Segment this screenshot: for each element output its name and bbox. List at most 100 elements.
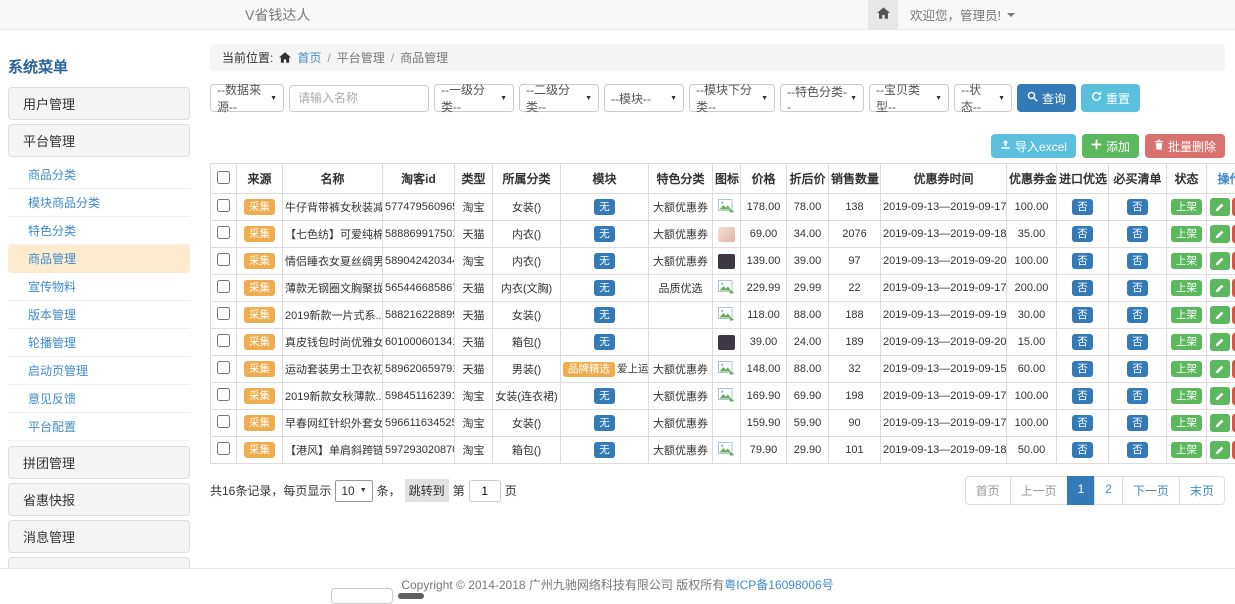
edit-button[interactable]: [1210, 333, 1230, 351]
import-select-badge[interactable]: 否: [1072, 361, 1093, 377]
row-checkbox[interactable]: [217, 307, 230, 320]
status-badge[interactable]: 上架: [1171, 415, 1202, 431]
status-badge[interactable]: 上架: [1171, 442, 1202, 458]
filter-select[interactable]: --数据来源--▼: [210, 84, 284, 112]
select-all-checkbox[interactable]: [217, 171, 230, 184]
must-buy-badge[interactable]: 否: [1127, 442, 1148, 458]
row-checkbox[interactable]: [217, 388, 230, 401]
sidebar-item[interactable]: 平台配置: [8, 413, 190, 441]
import-select-badge[interactable]: 否: [1072, 226, 1093, 242]
search-button[interactable]: 查询: [1017, 84, 1076, 112]
row-checkbox[interactable]: [217, 415, 230, 428]
sidebar-item[interactable]: 宣传物料: [8, 273, 190, 301]
name-search-input[interactable]: [289, 85, 429, 112]
sidebar-item[interactable]: 商品分类: [8, 161, 190, 189]
sidebar-section[interactable]: 订单管理: [8, 557, 190, 568]
sidebar-item[interactable]: 意见反馈: [8, 385, 190, 413]
batch-delete-button[interactable]: 批量删除: [1145, 134, 1225, 158]
sidebar-section-platform[interactable]: 平台管理: [8, 124, 190, 157]
status-badge[interactable]: 上架: [1171, 280, 1202, 296]
icp-link[interactable]: 粤ICP备16098006号: [724, 576, 833, 593]
must-buy-badge[interactable]: 否: [1127, 388, 1148, 404]
status-badge[interactable]: 上架: [1171, 199, 1202, 215]
reset-button[interactable]: 重置: [1081, 84, 1140, 112]
checkbox-cell: [211, 248, 237, 275]
sidebar-section[interactable]: 拼团管理: [8, 446, 190, 479]
pager-button[interactable]: 2: [1094, 476, 1123, 505]
edit-button[interactable]: [1210, 360, 1230, 378]
row-checkbox[interactable]: [217, 253, 230, 266]
must-buy-badge[interactable]: 否: [1127, 415, 1148, 431]
edit-button[interactable]: [1210, 198, 1230, 216]
filter-select[interactable]: --模块--▼: [604, 84, 684, 112]
horizontal-scrollbar[interactable]: [398, 593, 424, 599]
edit-button[interactable]: [1210, 441, 1230, 459]
sidebar-section[interactable]: 省惠快报: [8, 483, 190, 516]
import-excel-button[interactable]: 导入excel: [991, 134, 1076, 158]
sidebar-item[interactable]: 轮播管理: [8, 329, 190, 357]
sidebar-item[interactable]: 启动页管理: [8, 357, 190, 385]
import-select-badge[interactable]: 否: [1072, 388, 1093, 404]
coupon-amount: 100.00: [1007, 194, 1057, 221]
status-badge[interactable]: 上架: [1171, 307, 1202, 323]
status-badge[interactable]: 上架: [1171, 388, 1202, 404]
status-badge[interactable]: 上架: [1171, 253, 1202, 269]
import-select-badge[interactable]: 否: [1072, 415, 1093, 431]
sidebar-item[interactable]: 版本管理: [8, 301, 190, 329]
edit-button[interactable]: [1210, 414, 1230, 432]
checkbox-cell: [211, 329, 237, 356]
user-menu[interactable]: 欢迎您，管理员!: [898, 0, 1027, 29]
must-buy-badge[interactable]: 否: [1127, 280, 1148, 296]
home-nav-button[interactable]: [868, 0, 898, 29]
add-button[interactable]: 添加: [1082, 134, 1139, 158]
sidebar-item[interactable]: 模块商品分类: [8, 189, 190, 217]
pager-button[interactable]: 上一页: [1010, 476, 1068, 505]
must-buy-badge[interactable]: 否: [1127, 199, 1148, 215]
status-badge[interactable]: 上架: [1171, 361, 1202, 377]
import-select-badge[interactable]: 否: [1072, 280, 1093, 296]
page-number-input[interactable]: [469, 480, 501, 502]
edit-button[interactable]: [1210, 306, 1230, 324]
import-select-badge[interactable]: 否: [1072, 442, 1093, 458]
pager-button[interactable]: 1: [1067, 476, 1096, 505]
filter-select[interactable]: --二级分类--▼: [519, 84, 599, 112]
import-select-badge[interactable]: 否: [1072, 334, 1093, 350]
row-checkbox[interactable]: [217, 280, 230, 293]
filter-select[interactable]: --一级分类--▼: [434, 84, 514, 112]
row-checkbox[interactable]: [217, 226, 230, 239]
edit-button[interactable]: [1210, 387, 1230, 405]
pager-button[interactable]: 首页: [965, 476, 1011, 505]
must-buy-badge[interactable]: 否: [1127, 334, 1148, 350]
row-checkbox[interactable]: [217, 199, 230, 212]
filter-select[interactable]: --模块下分类--▼: [689, 84, 775, 112]
price: 159.90: [741, 410, 787, 437]
edit-button[interactable]: [1210, 279, 1230, 297]
edit-button[interactable]: [1210, 252, 1230, 270]
must-buy-badge[interactable]: 否: [1127, 307, 1148, 323]
import-select-badge[interactable]: 否: [1072, 253, 1093, 269]
must-buy-badge[interactable]: 否: [1127, 361, 1148, 377]
pager-button[interactable]: 末页: [1179, 476, 1225, 505]
filter-select[interactable]: --特色分类--▼: [780, 84, 864, 112]
edit-button[interactable]: [1210, 225, 1230, 243]
jump-button[interactable]: 跳转到: [405, 479, 449, 502]
import-select-badge[interactable]: 否: [1072, 307, 1093, 323]
must-buy-badge[interactable]: 否: [1127, 253, 1148, 269]
status-badge[interactable]: 上架: [1171, 226, 1202, 242]
per-page-select[interactable]: 10 ▼: [335, 480, 372, 502]
must-buy-badge[interactable]: 否: [1127, 226, 1148, 242]
status-badge[interactable]: 上架: [1171, 334, 1202, 350]
sidebar-item[interactable]: 商品管理: [8, 245, 190, 273]
column-header: 操作: [1207, 164, 1235, 194]
row-checkbox[interactable]: [217, 334, 230, 347]
sidebar-section-users[interactable]: 用户管理: [8, 87, 190, 120]
sidebar-item[interactable]: 特色分类: [8, 217, 190, 245]
pager-button[interactable]: 下一页: [1122, 476, 1180, 505]
row-checkbox[interactable]: [217, 442, 230, 455]
filter-select[interactable]: --宝贝类型--▼: [869, 84, 949, 112]
filter-select[interactable]: --状态--▼: [954, 84, 1012, 112]
breadcrumb-home-link[interactable]: 首页: [297, 49, 321, 66]
sidebar-section[interactable]: 消息管理: [8, 520, 190, 553]
import-select-badge[interactable]: 否: [1072, 199, 1093, 215]
row-checkbox[interactable]: [217, 361, 230, 374]
